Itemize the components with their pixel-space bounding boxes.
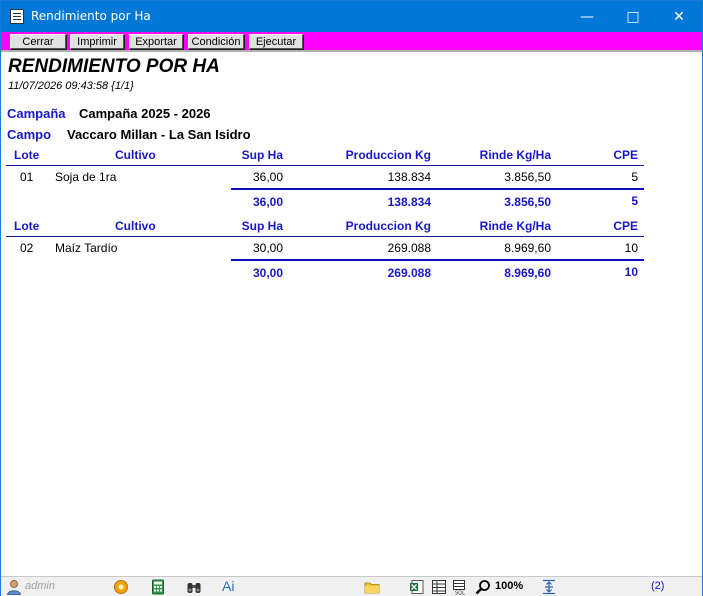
toolbar: Cerrar Imprimir Exportar Condición Ejecu… — [1, 32, 702, 50]
cell-cultivo: Maíz Tardío — [55, 241, 118, 255]
maximize-icon: □ — [626, 8, 640, 25]
total-divider — [231, 188, 644, 190]
cell-sup-ha: 30,00 — [252, 241, 283, 255]
report-window: Rendimiento por Ha — □ ✕ Cerrar Imprimir… — [0, 0, 703, 596]
total-produccion: 138.834 — [387, 195, 431, 209]
excel-export-icon[interactable] — [409, 579, 425, 595]
maximize-button[interactable]: □ — [610, 1, 656, 32]
user-name: admin — [25, 580, 55, 592]
record-count: (2) — [651, 580, 665, 592]
total-sup-ha: 30,00 — [252, 266, 283, 280]
report-title: RENDIMIENTO POR HA — [8, 56, 220, 77]
svg-text:SQL: SQL — [455, 591, 465, 596]
close-icon: ✕ — [673, 8, 685, 25]
col-lote-header: Lote — [14, 219, 40, 233]
minimize-button[interactable]: — — [564, 1, 610, 32]
campana-value: Campaña 2025 - 2026 — [79, 106, 211, 121]
sql-icon[interactable]: SQL — [452, 579, 468, 595]
campana-label: Campaña — [7, 106, 66, 121]
header-divider — [6, 236, 644, 237]
col-sup-ha-header: Sup Ha — [241, 219, 283, 233]
binoculars-icon[interactable] — [186, 579, 202, 595]
exportar-button[interactable]: Exportar — [129, 34, 183, 49]
cell-rinde: 3.856,50 — [504, 170, 551, 184]
close-button[interactable]: ✕ — [656, 1, 702, 32]
col-cultivo-header: Cultivo — [115, 148, 156, 162]
title-bar[interactable]: Rendimiento por Ha — □ ✕ — [1, 1, 702, 32]
total-divider — [231, 259, 644, 261]
imprimir-button[interactable]: Imprimir — [70, 34, 124, 49]
total-produccion: 269.088 — [387, 266, 431, 280]
report-area: RENDIMIENTO POR HA 11/07/2026 09:43:58 {… — [1, 52, 702, 576]
cell-lote: 02 — [20, 241, 34, 255]
zoom-icon[interactable] — [475, 579, 491, 595]
total-sup-ha: 36,00 — [252, 195, 283, 209]
campo-label: Campo — [7, 127, 52, 142]
cell-produccion: 269.088 — [387, 241, 431, 255]
cell-rinde: 8.969,60 — [504, 241, 551, 255]
condicion-button[interactable]: Condición — [188, 34, 244, 49]
cell-cpe: 10 — [624, 241, 638, 255]
user-icon — [7, 580, 21, 595]
col-rinde-header: Rinde Kg/Ha — [479, 219, 551, 233]
col-sup-ha-header: Sup Ha — [241, 148, 283, 162]
col-cpe-header: CPE — [613, 148, 638, 162]
ejecutar-button[interactable]: Ejecutar — [249, 34, 303, 49]
total-rinde: 3.856,50 — [504, 195, 551, 209]
total-cpe: 5 — [631, 194, 638, 208]
total-rinde: 8.969,60 — [504, 266, 551, 280]
col-cultivo-header: Cultivo — [115, 219, 156, 233]
status-bar: admin Ai SQL 100% (2) — [1, 576, 702, 596]
cerrar-button[interactable]: Cerrar — [10, 34, 66, 49]
window-title: Rendimiento por Ha — [31, 9, 151, 23]
cell-sup-ha: 36,00 — [252, 170, 283, 184]
col-produccion-header: Produccion Kg — [345, 219, 431, 233]
col-rinde-header: Rinde Kg/Ha — [479, 148, 551, 162]
total-cpe: 10 — [624, 265, 638, 279]
report-app-icon — [10, 9, 24, 24]
cell-lote: 01 — [20, 170, 34, 184]
report-datetime: 11/07/2026 09:43:58 {1/1} — [8, 80, 134, 92]
cell-cultivo: Soja de 1ra — [55, 170, 117, 184]
col-lote-header: Lote — [14, 148, 40, 162]
zoom-level: 100% — [495, 580, 524, 592]
cell-cpe: 5 — [631, 170, 638, 184]
settings-gear-icon[interactable] — [113, 579, 129, 595]
header-divider — [6, 165, 644, 166]
minimize-icon: — — [580, 8, 594, 25]
calculator-icon[interactable] — [150, 579, 166, 595]
col-produccion-header: Produccion Kg — [345, 148, 431, 162]
col-cpe-header: CPE — [613, 219, 638, 233]
cell-produccion: 138.834 — [387, 170, 431, 184]
report-table-icon[interactable] — [431, 579, 447, 595]
fit-page-icon[interactable] — [541, 579, 557, 595]
folder-icon[interactable] — [364, 579, 380, 595]
campo-value: Vaccaro Millan - La San Isidro — [67, 127, 251, 142]
ai-button[interactable]: Ai — [222, 578, 234, 594]
